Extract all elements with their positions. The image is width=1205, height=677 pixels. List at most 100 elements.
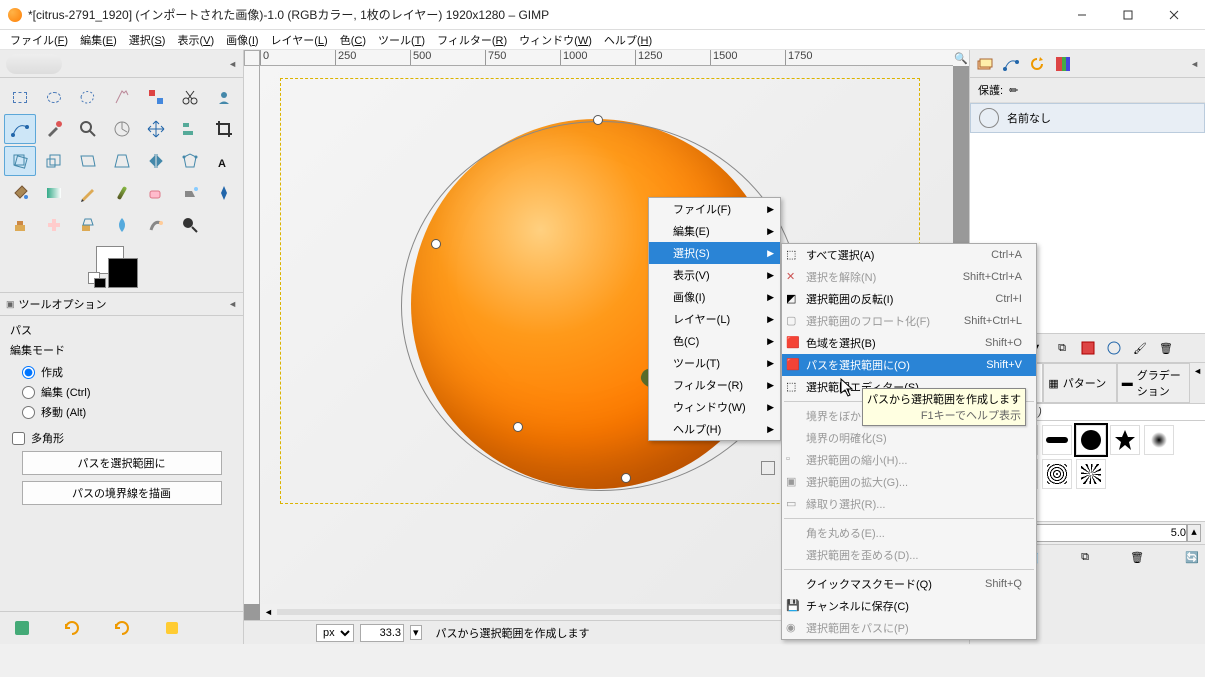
tool-scissors[interactable] [174, 82, 206, 112]
tool-blend[interactable] [38, 178, 70, 208]
tool-paths[interactable] [4, 114, 36, 144]
button-stroke-path[interactable]: パスの境界線を描画 [22, 481, 222, 505]
ctx-tool[interactable]: ツール(T)▶ [649, 352, 780, 374]
tool-rect-select[interactable] [4, 82, 36, 112]
close-button[interactable] [1151, 0, 1197, 30]
panel-menu-icon[interactable]: ◄ [228, 299, 237, 309]
brush-item[interactable] [1110, 425, 1140, 455]
ctx-color[interactable]: 色(C)▶ [649, 330, 780, 352]
tool-airbrush[interactable] [174, 178, 206, 208]
tool-paintbrush[interactable] [106, 178, 138, 208]
unit-select[interactable]: px [316, 624, 354, 642]
ctx-file[interactable]: ファイル(F)▶ [649, 198, 780, 220]
tool-perspective-clone[interactable] [72, 210, 104, 240]
path-to-sel-icon[interactable] [1078, 338, 1098, 358]
ctx-image[interactable]: 画像(I)▶ [649, 286, 780, 308]
collapse-icon[interactable]: ▣ [6, 299, 15, 310]
sub-sel-to-path[interactable]: ◉選択範囲をパスに(P) [782, 617, 1036, 639]
zoom-popup-icon[interactable]: 🔍 [953, 50, 969, 66]
context-menu-main[interactable]: ファイル(F)▶ 編集(E)▶ 選択(S)▶ 表示(V)▶ 画像(I)▶ レイヤ… [648, 197, 781, 441]
tool-scale[interactable] [38, 146, 70, 176]
ruler-corner[interactable] [244, 50, 260, 66]
menu-file[interactable]: ファイル(F) [4, 30, 74, 50]
ctx-filter[interactable]: フィルター(R)▶ [649, 374, 780, 396]
sel-to-path-icon[interactable] [1104, 338, 1124, 358]
ruler-horizontal[interactable]: 02505007501000125015001750 [260, 50, 953, 66]
sub-border[interactable]: ▭縁取り選択(R)... [782, 493, 1036, 515]
sub-shrink[interactable]: ▫選択範囲の縮小(H)... [782, 449, 1036, 471]
tab-patterns[interactable]: ▦パターン [1043, 363, 1116, 403]
tool-flip[interactable] [140, 146, 172, 176]
sub-grow[interactable]: ▣選択範囲の拡大(G)... [782, 471, 1036, 493]
delete-preset-icon[interactable] [112, 618, 132, 638]
tool-ink[interactable] [208, 178, 240, 208]
tool-foreground-select[interactable] [208, 82, 240, 112]
path-anchor[interactable] [513, 422, 523, 432]
save-preset-icon[interactable] [12, 618, 32, 638]
ctx-view[interactable]: 表示(V)▶ [649, 264, 780, 286]
ctx-layer[interactable]: レイヤー(L)▶ [649, 308, 780, 330]
sub-select-bycolor[interactable]: 🟥色域を選択(B)Shift+O [782, 332, 1036, 354]
ctx-help[interactable]: ヘルプ(H)▶ [649, 418, 780, 440]
ctx-edit[interactable]: 編集(E)▶ [649, 220, 780, 242]
menu-window[interactable]: ウィンドウ(W) [513, 30, 598, 50]
tool-clone[interactable] [4, 210, 36, 240]
tool-heal[interactable] [38, 210, 70, 240]
ctx-window[interactable]: ウィンドウ(W)▶ [649, 396, 780, 418]
tool-color-select[interactable] [140, 82, 172, 112]
ruler-vertical[interactable] [244, 66, 260, 604]
channels-tab-icon[interactable] [1054, 55, 1072, 73]
sub-select-none[interactable]: ✕選択を解除(N)Shift+Ctrl+A [782, 266, 1036, 288]
sub-distort[interactable]: 選択範囲を歪める(D)... [782, 544, 1036, 566]
sub-sharpen[interactable]: 境界の明確化(S) [782, 427, 1036, 449]
sub-select-invert[interactable]: ◩選択範囲の反転(I)Ctrl+I [782, 288, 1036, 310]
path-square-anchor[interactable] [761, 461, 775, 475]
tool-perspective[interactable] [106, 146, 138, 176]
tool-rotate[interactable] [4, 146, 36, 176]
context-submenu-select[interactable]: ⬚すべて選択(A)Ctrl+A ✕選択を解除(N)Shift+Ctrl+A ◩選… [781, 243, 1037, 640]
reset-icon[interactable] [162, 618, 182, 638]
tool-align[interactable] [174, 114, 206, 144]
sub-path-to-selection[interactable]: 🟥パスを選択範囲に(O)Shift+V [782, 354, 1036, 376]
sub-round[interactable]: 角を丸める(E)... [782, 522, 1036, 544]
tab-gradients[interactable]: ▬グラデーション [1117, 363, 1190, 403]
menu-help[interactable]: ヘルプ(H) [598, 30, 658, 50]
sub-quickmask[interactable]: クイックマスクモード(Q)Shift+Q [782, 573, 1036, 595]
duplicate-brush-icon[interactable]: ⧉ [1081, 551, 1089, 564]
tool-free-select[interactable] [72, 82, 104, 112]
sub-select-float[interactable]: ▢選択範囲のフロート化(F)Shift+Ctrl+L [782, 310, 1036, 332]
tool-shear[interactable] [72, 146, 104, 176]
tool-eraser[interactable] [140, 178, 172, 208]
tool-text[interactable]: A [208, 146, 240, 176]
menu-filter[interactable]: フィルター(R) [431, 30, 513, 50]
lock-pencil-icon[interactable]: ✏ [1009, 84, 1018, 97]
minimize-button[interactable] [1059, 0, 1105, 30]
tool-crop[interactable] [208, 114, 240, 144]
sub-save-channel[interactable]: 💾チャンネルに保存(C) [782, 595, 1036, 617]
radio-move[interactable]: 移動 (Alt) [10, 402, 233, 422]
tool-zoom[interactable] [72, 114, 104, 144]
tool-smudge[interactable] [140, 210, 172, 240]
color-swatches[interactable] [0, 244, 243, 292]
undo-tab-icon[interactable] [1028, 55, 1046, 73]
brush-item[interactable] [1076, 425, 1106, 455]
tool-fuzzy-select[interactable] [106, 82, 138, 112]
duplicate-path-icon[interactable]: ⧉ [1052, 338, 1072, 358]
tool-dodge[interactable] [174, 210, 206, 240]
path-item[interactable]: 名前なし [970, 103, 1205, 133]
tool-measure[interactable] [106, 114, 138, 144]
brush-item[interactable] [1144, 425, 1174, 455]
path-anchor[interactable] [593, 115, 603, 125]
dock-options-icon[interactable]: ◄ [228, 59, 237, 69]
ctx-select[interactable]: 選択(S)▶ [649, 242, 780, 264]
tool-bucket[interactable] [4, 178, 36, 208]
delete-brush-icon[interactable]: 🗑 [1130, 551, 1144, 564]
paths-tab-icon[interactable] [1002, 55, 1020, 73]
path-anchor[interactable] [431, 239, 441, 249]
tool-blur[interactable] [106, 210, 138, 240]
tool-color-picker[interactable] [38, 114, 70, 144]
dock-menu-icon[interactable]: ◄ [1190, 59, 1199, 69]
menu-view[interactable]: 表示(V) [171, 30, 220, 50]
sub-select-all[interactable]: ⬚すべて選択(A)Ctrl+A [782, 244, 1036, 266]
radio-create[interactable]: 作成 [10, 362, 233, 382]
